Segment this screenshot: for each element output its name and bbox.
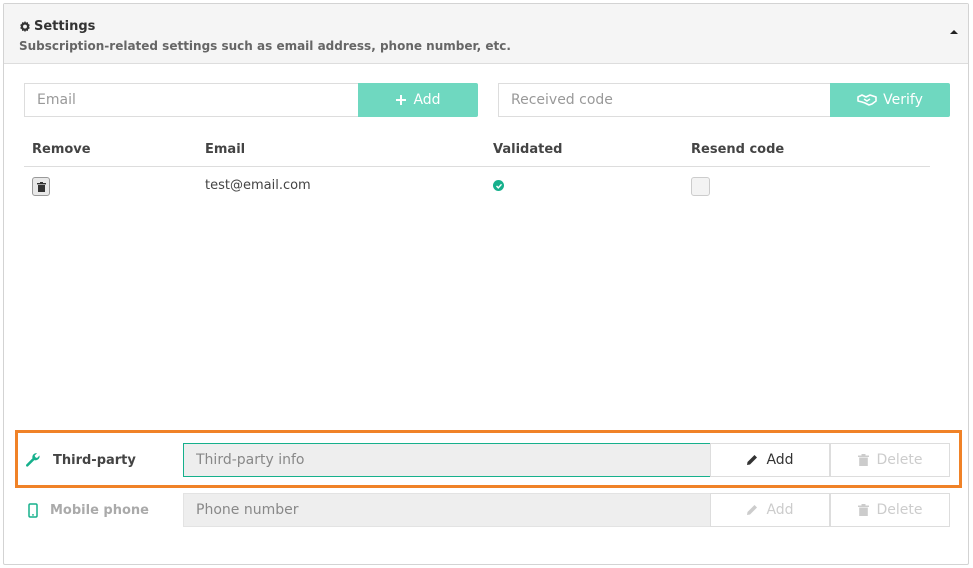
add-third-party-label: Add [766, 452, 794, 468]
delete-third-party-button[interactable]: Delete [830, 443, 950, 477]
pencil-icon [746, 504, 758, 516]
delete-phone-button[interactable]: Delete [830, 493, 950, 527]
verify-button[interactable]: Verify [830, 83, 950, 117]
panel-title-group: Settings [19, 19, 95, 34]
mobile-phone-label: Mobile phone [50, 503, 149, 518]
verify-label: Verify [883, 92, 923, 108]
add-email-button[interactable]: Add [358, 83, 478, 117]
add-phone-label: Add [766, 502, 794, 518]
caret-up-icon[interactable] [948, 22, 960, 34]
third-party-input[interactable] [183, 443, 711, 477]
pencil-icon [746, 454, 758, 466]
column-header-resend-code: Resend code [691, 142, 785, 157]
received-code-input[interactable] [498, 83, 831, 117]
trash-icon [36, 181, 46, 192]
mobile-phone-label-group: Mobile phone [28, 503, 149, 518]
trash-icon [857, 454, 869, 466]
handshake-icon [857, 93, 877, 107]
table-divider [24, 166, 930, 167]
email-cell: test@email.com [205, 178, 311, 193]
add-phone-button[interactable]: Add [710, 493, 830, 527]
column-header-validated: Validated [493, 142, 563, 157]
wrench-icon [25, 452, 41, 468]
column-header-remove: Remove [32, 142, 91, 157]
remove-email-button[interactable] [32, 177, 50, 196]
column-header-email: Email [205, 142, 246, 157]
gear-icon [19, 20, 31, 33]
mobile-phone-icon [28, 503, 38, 518]
plus-icon [395, 94, 407, 106]
add-third-party-button[interactable]: Add [710, 443, 830, 477]
third-party-label-group: Third-party [25, 452, 136, 468]
panel-title: Settings [34, 19, 96, 34]
panel-subtitle: Subscription-related settings such as em… [19, 39, 511, 53]
delete-phone-label: Delete [876, 502, 923, 518]
delete-third-party-label: Delete [876, 452, 923, 468]
third-party-label: Third-party [53, 452, 136, 468]
add-email-label: Add [413, 92, 441, 108]
phone-number-input[interactable] [183, 493, 711, 527]
email-input[interactable] [24, 83, 359, 117]
trash-icon [857, 504, 869, 516]
panel-header[interactable]: Settings Subscription-related settings s… [4, 4, 968, 64]
check-circle-icon [493, 180, 504, 191]
resend-code-checkbox[interactable] [691, 177, 710, 196]
